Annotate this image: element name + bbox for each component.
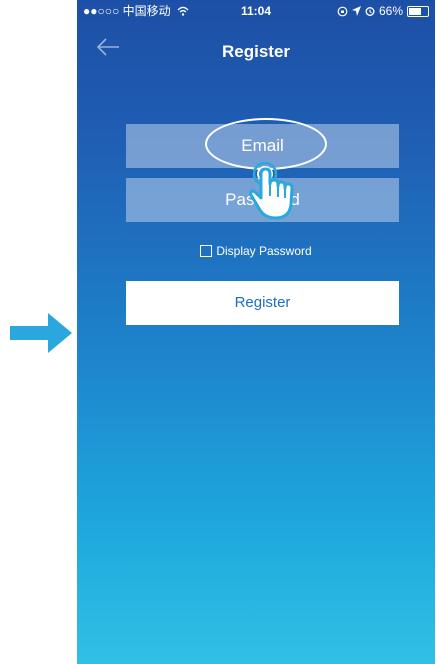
- display-password-label: Display Password: [216, 244, 312, 258]
- rotation-lock-icon: [337, 6, 348, 16]
- right-arrow-icon: [10, 313, 72, 353]
- battery-icon: [407, 5, 429, 17]
- tap-hand-icon: [249, 161, 294, 220]
- status-indicators: 66%: [337, 0, 429, 22]
- display-password-checkbox[interactable]: [200, 245, 213, 257]
- battery-percent: 66%: [378, 4, 403, 18]
- page-title: Register: [221, 42, 291, 61]
- display-password-option[interactable]: Display Password: [77, 243, 435, 259]
- phone-screen: ●●○○○ 中国移动 11:04 66% Register Email Disp…: [77, 0, 435, 664]
- status-bar: ●●○○○ 中国移动 11:04 66%: [77, 0, 435, 22]
- register-button[interactable]: Register: [126, 281, 399, 325]
- nav-bar: Register: [77, 22, 435, 72]
- alarm-icon: [365, 7, 375, 16]
- location-icon: [351, 6, 361, 16]
